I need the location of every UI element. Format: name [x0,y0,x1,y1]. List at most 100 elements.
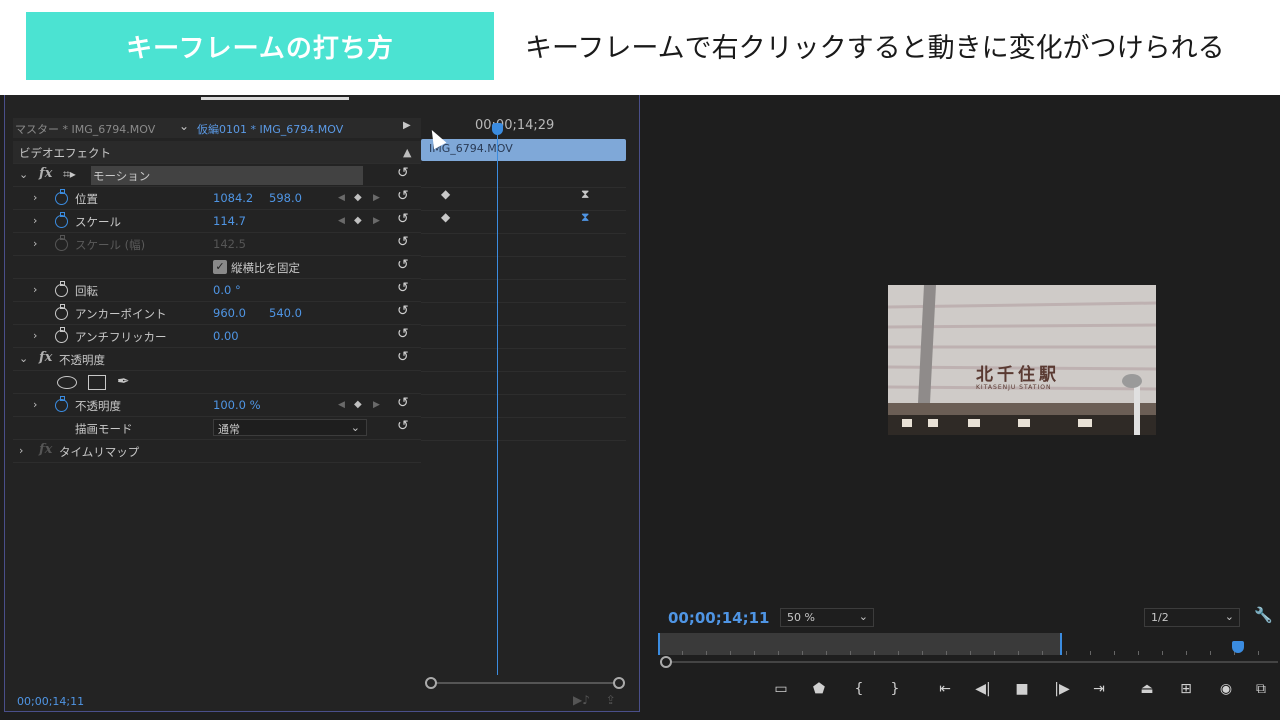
rotation-value[interactable]: 0.0 ° [213,283,241,297]
program-time-ruler[interactable] [658,633,1278,655]
step-back-icon[interactable]: ◀| [970,677,996,701]
program-timecode[interactable]: 00;00;14;11 [668,609,770,627]
zoom-scroll-handle[interactable] [660,656,672,668]
stopwatch-icon[interactable] [55,327,68,343]
prev-keyframe-icon[interactable]: ◀ [338,193,345,203]
time-remap-row[interactable]: › fx タイムリマップ [13,440,421,463]
pen-mask-icon[interactable]: ✒ [117,372,130,390]
timeline-row-divider [421,417,626,418]
add-marker-icon[interactable]: ⬟ [806,677,832,701]
chevron-right-icon[interactable]: › [33,191,37,204]
chevron-right-icon[interactable]: › [19,444,23,457]
add-keyframe-icon[interactable]: ◆ [354,399,362,410]
effect-timeline[interactable]: IMG_6794.MOV ◆ ⧗ ◆ ⧗ [421,139,626,689]
reset-icon[interactable]: ↺ [397,303,409,319]
panel-tab-indicator[interactable] [201,97,349,100]
reset-icon[interactable]: ↺ [397,188,409,204]
mark-in-icon[interactable]: { [846,677,872,701]
chevron-right-icon[interactable]: › [33,329,37,342]
next-keyframe-icon[interactable]: ▶ [373,193,380,203]
position-y-value[interactable]: 598.0 [269,191,302,205]
stop-icon[interactable]: ■ [1009,677,1035,701]
blend-mode-select[interactable]: 通常 ⌄ [213,419,367,436]
chevron-down-icon[interactable]: ⌄ [19,352,28,365]
add-keyframe-icon[interactable]: ◆ [354,192,362,203]
zoom-scroll-track[interactable] [672,661,1278,663]
keyframe-scale-end-selected[interactable]: ⧗ [581,210,589,225]
chevron-down-icon[interactable]: ⌄ [179,119,189,133]
anti-flicker-value[interactable]: 0.00 [213,329,239,343]
zoom-select[interactable]: 50 % ⌄ [780,608,874,627]
keyframe-scale-start[interactable]: ◆ [441,210,450,224]
position-x-value[interactable]: 1084.2 [213,191,253,205]
keyframe-position-end[interactable]: ⧗ [581,187,589,202]
reset-icon[interactable]: ↺ [397,326,409,342]
lift-icon[interactable]: ⏏ [1134,677,1160,701]
reset-icon[interactable]: ↺ [397,257,409,273]
extract-icon[interactable]: ⊞ [1173,677,1199,701]
sequence-clip-label[interactable]: 仮編0101 * IMG_6794.MOV [197,121,343,137]
reset-icon[interactable]: ↺ [397,395,409,411]
current-timecode[interactable]: 00;00;14;11 [17,695,84,708]
collapse-up-icon[interactable]: ▲ [403,146,411,159]
chevron-right-icon[interactable]: › [33,283,37,296]
export-frame-camera-icon[interactable]: ◉ [1213,677,1239,701]
in-point-marker[interactable] [658,633,660,655]
mark-out-icon[interactable]: } [882,677,908,701]
stopwatch-icon[interactable] [55,396,68,412]
fx-icon[interactable]: fx [39,350,52,365]
chevron-down-icon[interactable]: ⌄ [19,168,28,181]
prev-keyframe-icon[interactable]: ◀ [338,216,345,226]
chevron-right-icon[interactable]: › [33,237,37,250]
reset-icon[interactable]: ↺ [397,280,409,296]
chevron-right-icon[interactable]: › [33,214,37,227]
reset-icon[interactable]: ↺ [397,418,409,434]
out-point-marker[interactable] [1060,633,1062,655]
chevron-right-icon[interactable]: › [33,398,37,411]
uniform-scale-checkbox[interactable]: ✓ [213,260,227,274]
next-keyframe-icon[interactable]: ▶ [373,216,380,226]
keyframe-position-start[interactable]: ◆ [441,187,450,201]
rectangle-mask-icon[interactable] [88,375,106,390]
timeline-zoom-scrollbar[interactable] [425,677,625,689]
reset-icon[interactable]: ↺ [397,165,409,181]
stopwatch-icon[interactable] [55,304,68,320]
video-preview[interactable]: 北千住駅 KITASENJU STATION [888,285,1156,435]
anchor-y-value[interactable]: 540.0 [269,306,302,320]
reset-icon[interactable]: ↺ [397,234,409,250]
anchor-x-value[interactable]: 960.0 [213,306,246,320]
program-playhead[interactable] [1232,641,1244,653]
fx-icon[interactable]: fx [39,166,52,181]
export-icon[interactable]: ⇪ [606,693,616,707]
safe-margins-icon[interactable]: ▭ [768,677,794,701]
play-triangle-icon[interactable]: ▶ [403,120,411,131]
stopwatch-icon[interactable] [55,189,68,205]
scroll-track[interactable] [431,682,619,684]
add-keyframe-icon[interactable]: ◆ [354,215,362,226]
step-forward-icon[interactable]: |▶ [1049,677,1075,701]
go-to-out-icon[interactable]: ⇥ [1086,677,1112,701]
go-to-in-icon[interactable]: ⇤ [932,677,958,701]
settings-wrench-icon[interactable]: 🔧 [1254,606,1273,624]
audio-only-icon[interactable]: ▶♪ [573,693,590,707]
transform-icon[interactable]: ⌗▸ [63,167,76,182]
scale-value[interactable]: 114.7 [213,214,246,228]
reset-icon[interactable]: ↺ [397,211,409,227]
prev-keyframe-icon[interactable]: ◀ [338,400,345,410]
playhead-line[interactable] [497,128,498,675]
opacity-value[interactable]: 100.0 % [213,398,261,412]
clip-bar[interactable]: IMG_6794.MOV [421,139,626,161]
reset-icon[interactable]: ↺ [397,349,409,365]
stopwatch-icon[interactable] [55,212,68,228]
scroll-left-handle[interactable] [425,677,437,689]
timeline-row-divider [421,394,626,395]
master-clip-label[interactable]: マスター * IMG_6794.MOV [15,121,155,137]
ellipse-mask-icon[interactable] [57,376,77,389]
resolution-select[interactable]: 1/2 ⌄ [1144,608,1240,627]
stopwatch-icon[interactable] [55,281,68,297]
scroll-right-handle[interactable] [613,677,625,689]
opacity-effect-row[interactable]: ⌄ fx 不透明度 ↺ [13,348,421,371]
next-keyframe-icon[interactable]: ▶ [373,400,380,410]
comparison-view-icon[interactable]: ⧉ [1248,677,1274,701]
motion-effect-row[interactable]: ⌄ fx ⌗▸ モーション ↺ [13,164,421,187]
